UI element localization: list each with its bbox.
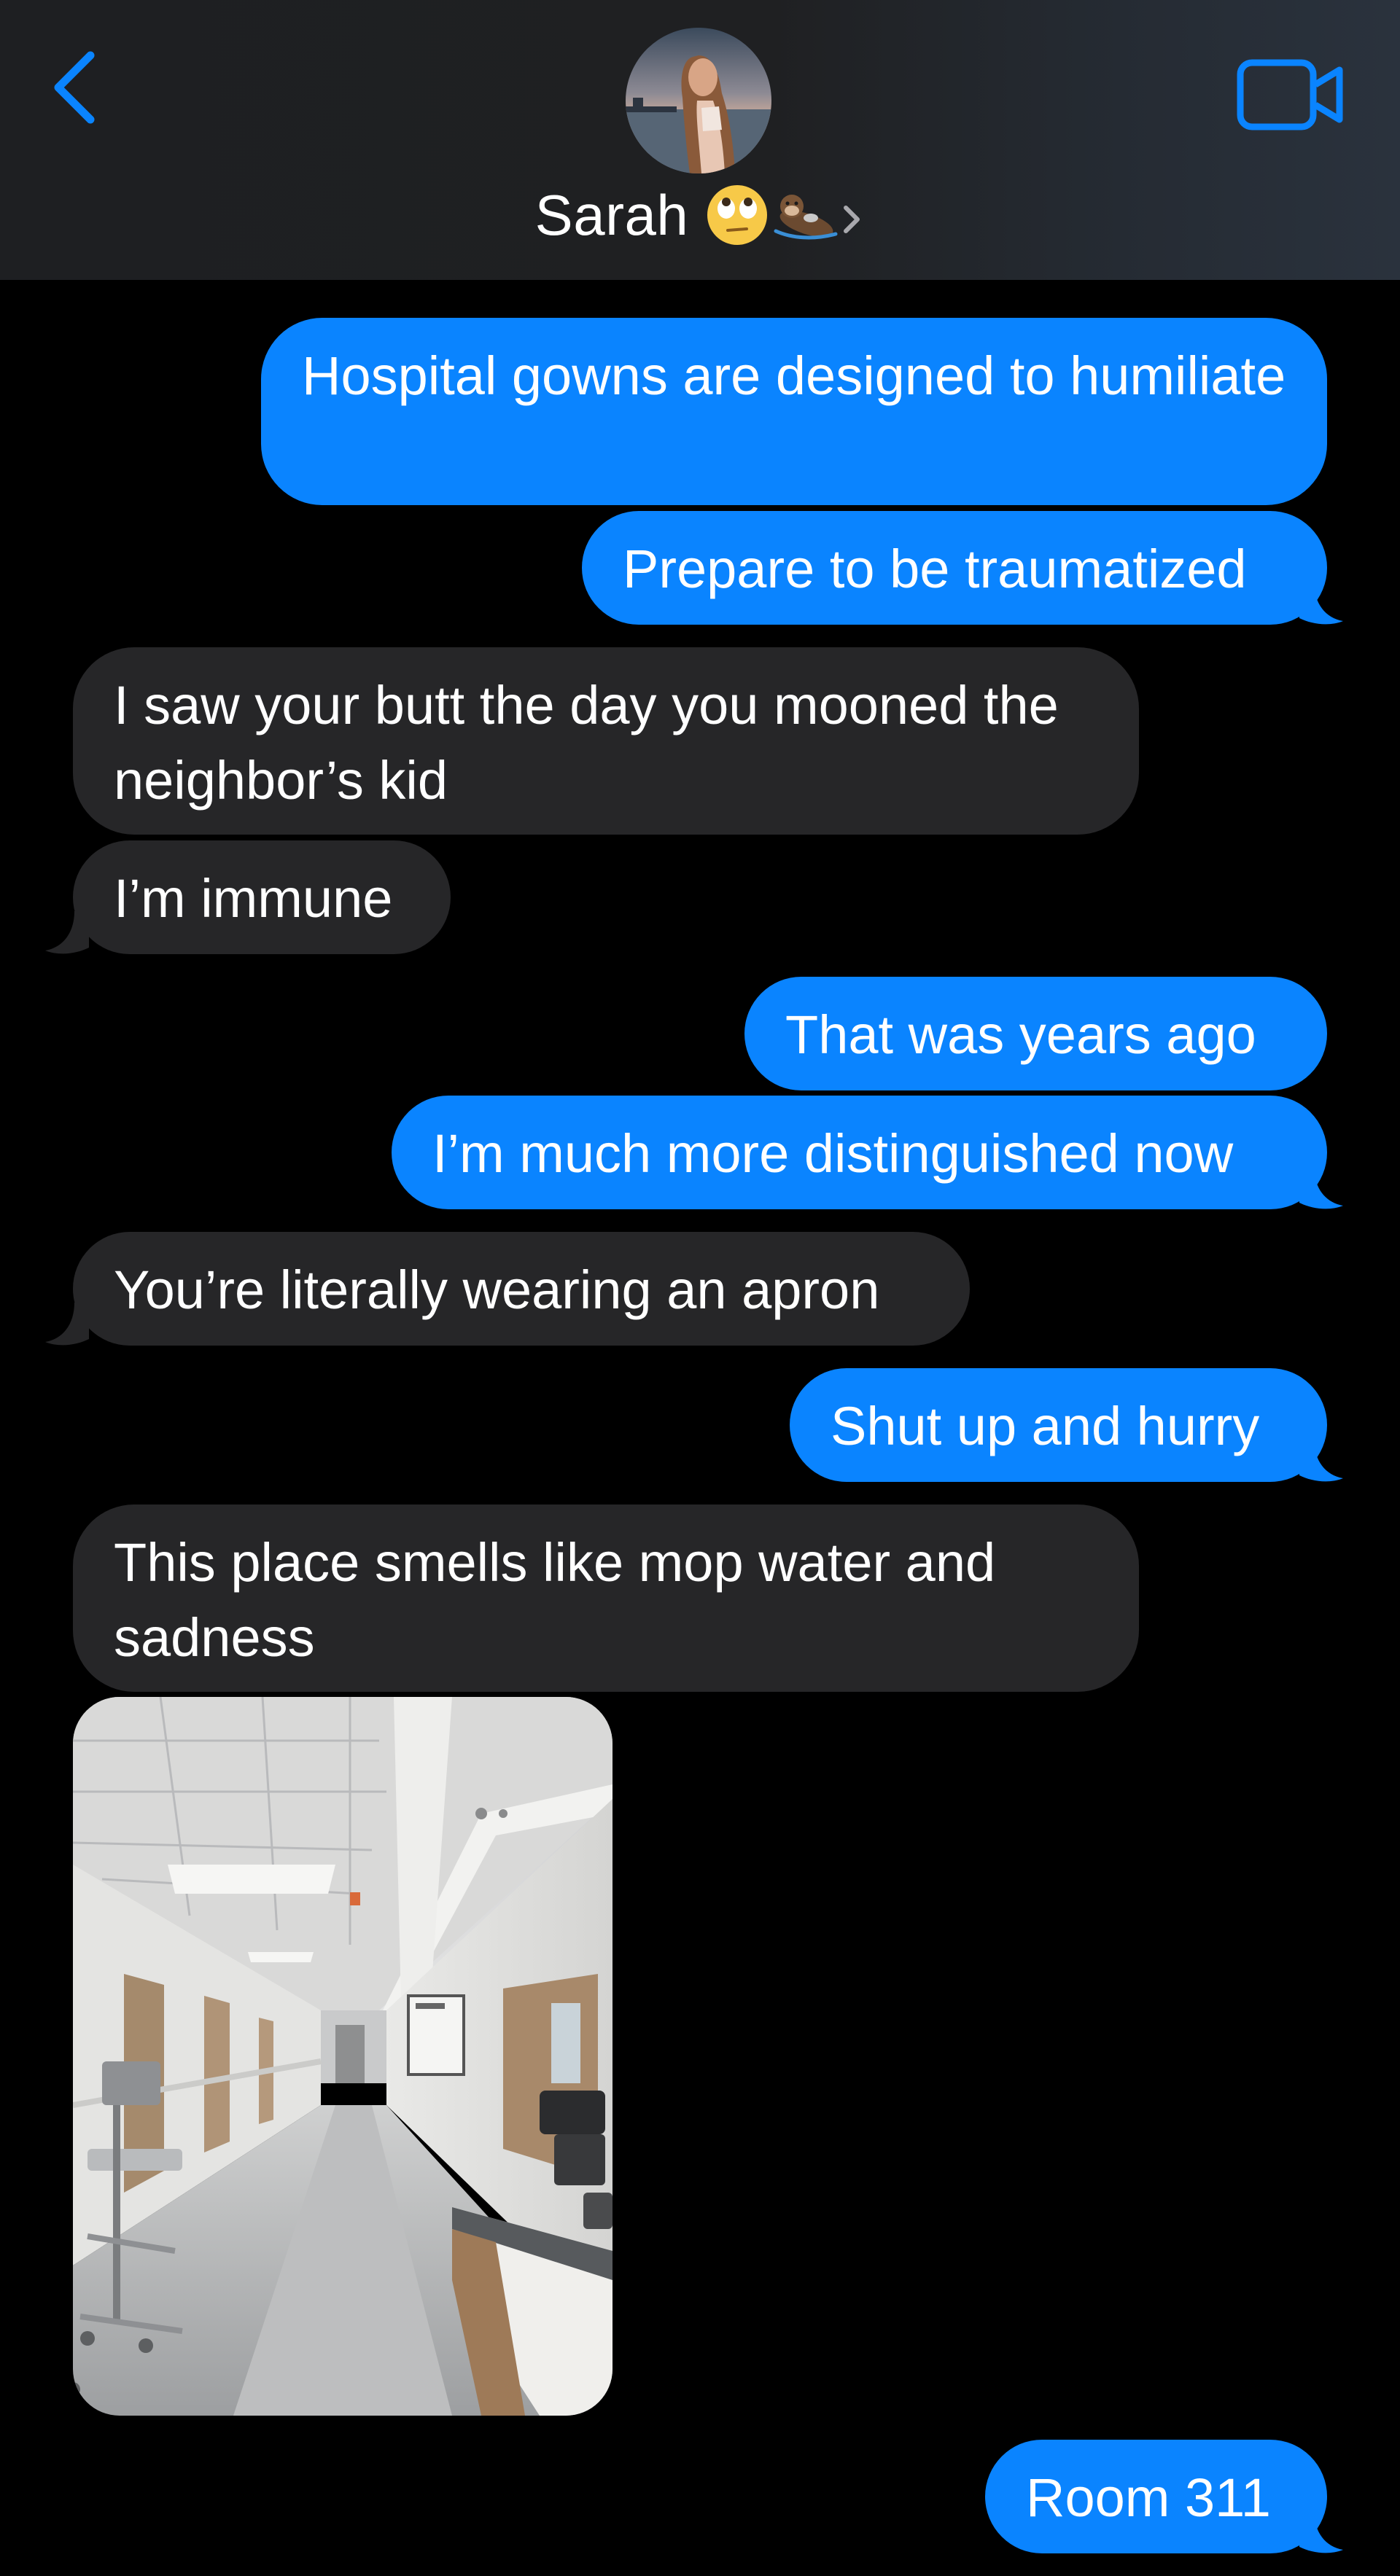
message-text: This place smells like mop water and sad… (114, 1532, 996, 1668)
bubble-tail (1299, 2510, 1343, 2553)
message-text: Hospital gowns are designed to humiliate (302, 346, 1286, 406)
message-text: I saw your butt the day you mooned the n… (114, 675, 1059, 811)
contact-name: Sarah (534, 182, 689, 247)
hospital-corridor-photo[interactable] (73, 1697, 612, 2416)
bubble-tail (1299, 1439, 1343, 1482)
chevron-left-icon[interactable] (42, 44, 108, 131)
received-message-bubble[interactable]: I’m immune (73, 840, 451, 954)
face-with-rolling-eyes-emoji-icon (707, 185, 768, 245)
message-text: That was years ago (785, 1004, 1256, 1065)
message-text: Shut up and hurry (831, 1396, 1260, 1456)
conversation-header: Sarah (0, 0, 1400, 280)
avatar[interactable] (626, 28, 771, 173)
bubble-tail (45, 1303, 89, 1346)
contact-info-button[interactable]: Sarah (0, 175, 1400, 255)
chevron-right-icon (844, 206, 860, 233)
received-message-bubble[interactable]: You’re literally wearing an apron (73, 1232, 970, 1346)
message-text: Room 311 (1026, 2467, 1271, 2528)
message-text: You’re literally wearing an apron (114, 1260, 880, 1320)
bubble-tail (1299, 1166, 1343, 1209)
otter-emoji-icon (774, 195, 838, 240)
sent-message-bubble[interactable]: I’m much more distinguished now (392, 1096, 1327, 1209)
message-text: I’m much more distinguished now (432, 1123, 1234, 1184)
received-message-bubble[interactable]: I saw your butt the day you mooned the n… (73, 647, 1139, 835)
message-text: I’m immune (114, 868, 393, 929)
sent-message-bubble[interactable]: Prepare to be traumatized (582, 511, 1327, 625)
sent-message-bubble[interactable]: That was years ago (744, 977, 1327, 1090)
received-message-bubble[interactable]: This place smells like mop water and sad… (73, 1504, 1139, 1692)
video-camera-icon[interactable] (1237, 57, 1346, 133)
sent-message-bubble[interactable]: Hospital gowns are designed to humiliate (261, 318, 1327, 505)
bubble-tail (1299, 582, 1343, 625)
sent-message-bubble[interactable]: Shut up and hurry (790, 1368, 1327, 1482)
sent-message-bubble[interactable]: Room 311 (985, 2440, 1327, 2553)
bubble-tail (45, 911, 89, 954)
message-text: Prepare to be traumatized (623, 539, 1247, 599)
